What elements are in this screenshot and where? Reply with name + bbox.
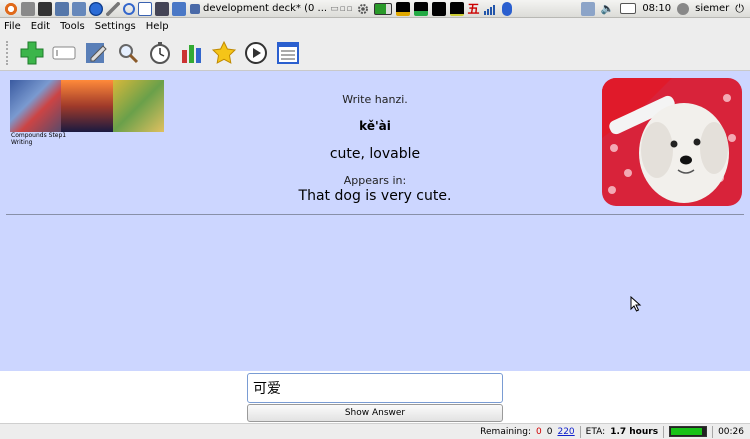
menu-help[interactable]: Help (146, 21, 169, 32)
pen-icon[interactable] (106, 1, 120, 16)
stats-button[interactable] (176, 37, 208, 69)
search-icon (119, 43, 139, 63)
launcher-icons (0, 1, 186, 16)
system-panel: development deck* (0 ... ▭ ▫ ▫ 五 🔈 08:10… (0, 0, 750, 18)
anki-icon (190, 3, 200, 14)
card-area: Compounds Step1 Writing Write hanzi. kě'… (0, 71, 750, 371)
terminal-icon[interactable] (38, 1, 52, 16)
menu-settings[interactable]: Settings (95, 21, 136, 32)
menu-edit[interactable]: Edit (31, 21, 50, 32)
answer-area: Show Answer (0, 371, 750, 423)
card-divider (6, 214, 744, 215)
window-icon[interactable] (138, 1, 152, 16)
status-separator (712, 425, 714, 438)
search-button[interactable] (112, 37, 144, 69)
eta-value: 1.7 hours (610, 426, 659, 437)
refresh-icon[interactable] (123, 2, 135, 15)
gear-icon[interactable] (356, 2, 370, 16)
play-icon (245, 41, 267, 64)
clipboard-icon[interactable] (580, 1, 595, 16)
input-box-button[interactable] (48, 37, 80, 69)
user-icon (677, 2, 690, 15)
toolbar (0, 35, 750, 71)
task-title: development deck* (0 ... (203, 3, 328, 14)
clock[interactable]: 08:10 (642, 3, 671, 14)
progress-bar (669, 426, 708, 437)
picture-icon[interactable] (72, 1, 86, 16)
input-method-icon[interactable]: 五 (468, 0, 480, 17)
taskbar-window-button[interactable]: development deck* (0 ... ▭ ▫ ▫ (190, 3, 353, 14)
play-button[interactable] (240, 37, 272, 69)
menu-tools[interactable]: Tools (60, 21, 85, 32)
star-icon (211, 40, 237, 64)
signal-icon (483, 4, 495, 15)
browser-icon[interactable] (89, 1, 103, 16)
mem-monitor-icon (413, 1, 428, 16)
input-box-icon (52, 46, 76, 59)
thumbnail-caption: Compounds Step1 Writing (11, 132, 66, 146)
system-tray: 五 (356, 0, 512, 17)
load-monitor-icon (449, 1, 464, 16)
home-folder-icon[interactable] (21, 1, 35, 16)
favorite-button[interactable] (208, 37, 240, 69)
status-bar: Remaining: 0 0 220 ETA: 1.7 hours 00:26 (0, 423, 750, 439)
image-viewer-icon[interactable] (55, 1, 69, 16)
remaining-new-count: 0 (536, 426, 542, 437)
add-icon (20, 41, 44, 64)
window-controls-icon: ▭ ▫ ▫ (330, 3, 352, 14)
ubuntu-logo-icon[interactable] (4, 1, 18, 16)
speaker-icon[interactable]: 🔈 (601, 2, 615, 15)
answer-input[interactable] (247, 373, 503, 403)
screen-icon[interactable] (172, 1, 186, 16)
edit-button[interactable] (80, 37, 112, 69)
battery-icon (373, 2, 392, 15)
cpu-monitor-icon (395, 1, 410, 16)
status-separator (663, 425, 665, 438)
user-name[interactable]: siemer (695, 3, 729, 14)
timer-button[interactable] (144, 37, 176, 69)
panel-right: 🔈 08:10 siemer ⏻ (580, 1, 750, 16)
timer-icon (150, 41, 170, 64)
menu-file[interactable]: File (4, 21, 21, 32)
progress-bar-fill (671, 428, 703, 435)
caption-line-2: Writing (11, 139, 33, 146)
remaining-label: Remaining: (480, 426, 531, 437)
caption-line-1: Compounds Step1 (11, 132, 67, 139)
add-button[interactable] (16, 37, 48, 69)
eta-label: ETA: (585, 426, 606, 437)
remaining-total-link[interactable]: 220 (557, 427, 574, 437)
edit-icon (86, 42, 107, 63)
app-icon[interactable] (155, 1, 169, 16)
remaining-review-count: 0 (546, 426, 553, 437)
toolbar-grip[interactable] (6, 40, 10, 65)
show-answer-button[interactable]: Show Answer (247, 404, 503, 422)
session-timer: 00:26 (718, 426, 744, 437)
list-icon (277, 41, 299, 64)
stats-icon (182, 44, 201, 63)
list-button[interactable] (272, 37, 304, 69)
menubar: File Edit Tools Settings Help (0, 18, 750, 35)
status-separator (579, 425, 581, 438)
net-monitor-icon (431, 1, 446, 16)
power-icon[interactable]: ⏻ (735, 2, 744, 16)
mouse-cursor-icon (630, 296, 642, 312)
bluetooth-icon[interactable] (501, 1, 512, 16)
dog-photo (602, 78, 742, 206)
mail-icon[interactable] (620, 3, 637, 14)
